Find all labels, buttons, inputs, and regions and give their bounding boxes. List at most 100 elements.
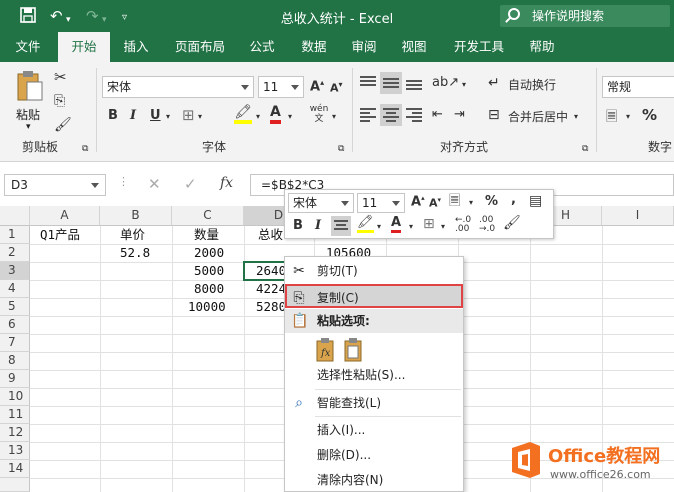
cell-c4[interactable]: 8000	[194, 280, 224, 298]
cut-icon[interactable]: ✂	[54, 68, 67, 86]
percent-style-icon[interactable]: %	[642, 106, 657, 124]
fill-color-dropdown-icon[interactable]: ▾	[256, 108, 260, 126]
row-header[interactable]: 11	[0, 406, 30, 424]
cell-d4[interactable]: 4224	[256, 280, 286, 298]
align-center-icon[interactable]	[380, 104, 402, 126]
row-header[interactable]: 4	[0, 280, 30, 298]
insert-function-button[interactable]: fx	[220, 175, 233, 191]
cell-c2[interactable]: 2000	[194, 244, 224, 262]
column-header-i[interactable]: I	[602, 206, 674, 226]
mini-format-table-icon[interactable]: ▤	[529, 192, 542, 210]
select-all-corner[interactable]	[0, 206, 30, 226]
align-top-icon[interactable]	[360, 74, 378, 92]
tab-review[interactable]: 审阅	[342, 32, 386, 62]
mini-borders-dropdown-icon[interactable]: ▾	[441, 218, 445, 236]
wrap-text-icon[interactable]: ↵	[488, 74, 500, 92]
tell-me-search[interactable]: 操作说明搜索	[500, 5, 670, 27]
row-header[interactable]: 12	[0, 424, 30, 442]
mini-fill-color-icon[interactable]: 🖍	[357, 215, 374, 233]
clipboard-launcher-icon[interactable]: ⧉	[82, 140, 88, 158]
tab-home[interactable]: 开始	[58, 32, 110, 62]
row-header[interactable]: 3	[0, 262, 30, 280]
tab-help[interactable]: 帮助	[520, 32, 564, 62]
menu-item-copy[interactable]: ⎘ 复制(C)	[285, 284, 463, 308]
decrease-indent-icon[interactable]: ⇤	[432, 106, 443, 124]
cancel-icon[interactable]: ✕	[148, 175, 161, 193]
tab-insert[interactable]: 插入	[114, 32, 158, 62]
borders-dropdown-icon[interactable]: ▾	[198, 108, 202, 126]
phonetic-dropdown-icon[interactable]: ▾	[332, 108, 336, 126]
cell-a1[interactable]: Q1产品	[40, 226, 80, 244]
menu-item-paste-special[interactable]: 选择性粘贴(S)...	[285, 363, 463, 387]
row-header[interactable]: 8	[0, 352, 30, 370]
menu-item-insert[interactable]: 插入(I)...	[285, 418, 463, 442]
underline-icon[interactable]: U	[150, 108, 161, 123]
merge-center-icon[interactable]: ⊟	[488, 106, 500, 124]
format-painter-icon[interactable]: 🖌	[54, 116, 72, 134]
cell-d5[interactable]: 5280	[256, 298, 286, 316]
paste-option-values-icon[interactable]	[343, 337, 365, 363]
cell-c5[interactable]: 10000	[188, 298, 226, 316]
copy-icon[interactable]: ⎘	[54, 92, 65, 110]
row-header[interactable]: 1	[0, 226, 30, 244]
cell-c1[interactable]: 数量	[194, 226, 219, 244]
phonetic-icon[interactable]: wén 文	[308, 104, 330, 124]
cell-d1[interactable]: 总收	[258, 226, 283, 244]
align-left-icon[interactable]	[360, 106, 378, 124]
tab-formulas[interactable]: 公式	[240, 32, 284, 62]
mini-font-combo[interactable]: 宋体	[288, 193, 354, 213]
italic-icon[interactable]: I	[130, 108, 136, 123]
mini-borders-icon[interactable]: ⊞	[423, 215, 435, 233]
mini-increase-font-icon[interactable]: A▴	[411, 194, 425, 209]
mini-comma-icon[interactable]: ,	[511, 192, 516, 207]
increase-indent-icon[interactable]: ⇥	[454, 106, 465, 124]
alignment-launcher-icon[interactable]: ⧉	[582, 140, 588, 158]
cell-c3[interactable]: 5000	[194, 262, 224, 280]
mini-decrease-decimal-icon[interactable]: .00 →.0	[479, 216, 495, 234]
tab-developer[interactable]: 开发工具	[446, 32, 512, 62]
tab-data[interactable]: 数据	[292, 32, 336, 62]
column-header-c[interactable]: C	[172, 206, 244, 226]
align-middle-icon[interactable]	[380, 72, 402, 94]
mini-font-color-icon[interactable]: A	[391, 215, 402, 233]
paste-button[interactable]: 粘贴 ▾	[10, 68, 50, 138]
row-header[interactable]: 7	[0, 334, 30, 352]
orientation-dropdown-icon[interactable]: ▾	[462, 76, 466, 94]
tab-file[interactable]: 文件	[6, 32, 50, 62]
mini-fill-dropdown-icon[interactable]: ▾	[377, 218, 381, 236]
tab-view[interactable]: 视图	[392, 32, 436, 62]
bold-icon[interactable]: B	[108, 108, 118, 123]
row-header[interactable]: 14	[0, 460, 30, 478]
decrease-font-icon[interactable]: A▾	[330, 80, 343, 95]
name-box[interactable]: D3	[4, 174, 106, 196]
mini-italic-icon[interactable]: I	[315, 218, 321, 233]
mini-percent-icon[interactable]: %	[485, 194, 498, 209]
font-size-combo[interactable]: 11	[258, 76, 304, 98]
orientation-icon[interactable]: ab↗	[432, 74, 459, 92]
mini-bold-icon[interactable]: B	[293, 218, 303, 233]
mini-align-center-icon[interactable]	[331, 216, 351, 236]
menu-item-clear-contents[interactable]: 清除内容(N)	[285, 468, 463, 492]
row-header[interactable]: 10	[0, 388, 30, 406]
row-header[interactable]: 2	[0, 244, 30, 262]
row-header[interactable]: 9	[0, 370, 30, 388]
underline-dropdown-icon[interactable]: ▾	[166, 108, 170, 126]
row-header[interactable]	[0, 478, 30, 492]
column-header-a[interactable]: A	[30, 206, 100, 226]
column-header-b[interactable]: B	[100, 206, 172, 226]
fill-color-icon[interactable]: 🖍	[234, 104, 252, 124]
merge-center-button[interactable]: 合并后居中	[508, 108, 568, 126]
mini-size-combo[interactable]: 11	[357, 193, 405, 213]
menu-item-delete[interactable]: 删除(D)...	[285, 443, 463, 467]
font-color-dropdown-icon[interactable]: ▾	[288, 108, 292, 126]
row-header[interactable]: 13	[0, 442, 30, 460]
number-format-combo[interactable]: 常规	[602, 76, 674, 98]
align-right-icon[interactable]	[406, 106, 424, 124]
cell-b1[interactable]: 单价	[120, 226, 145, 244]
mini-increase-decimal-icon[interactable]: ←.0.00	[455, 216, 471, 234]
merge-dropdown-icon[interactable]: ▾	[574, 108, 578, 126]
mini-accounting-icon[interactable]: 🗏	[449, 192, 460, 210]
align-bottom-icon[interactable]	[406, 74, 424, 92]
mini-font-color-dropdown-icon[interactable]: ▾	[409, 218, 413, 236]
font-color-icon[interactable]: A	[270, 104, 281, 124]
